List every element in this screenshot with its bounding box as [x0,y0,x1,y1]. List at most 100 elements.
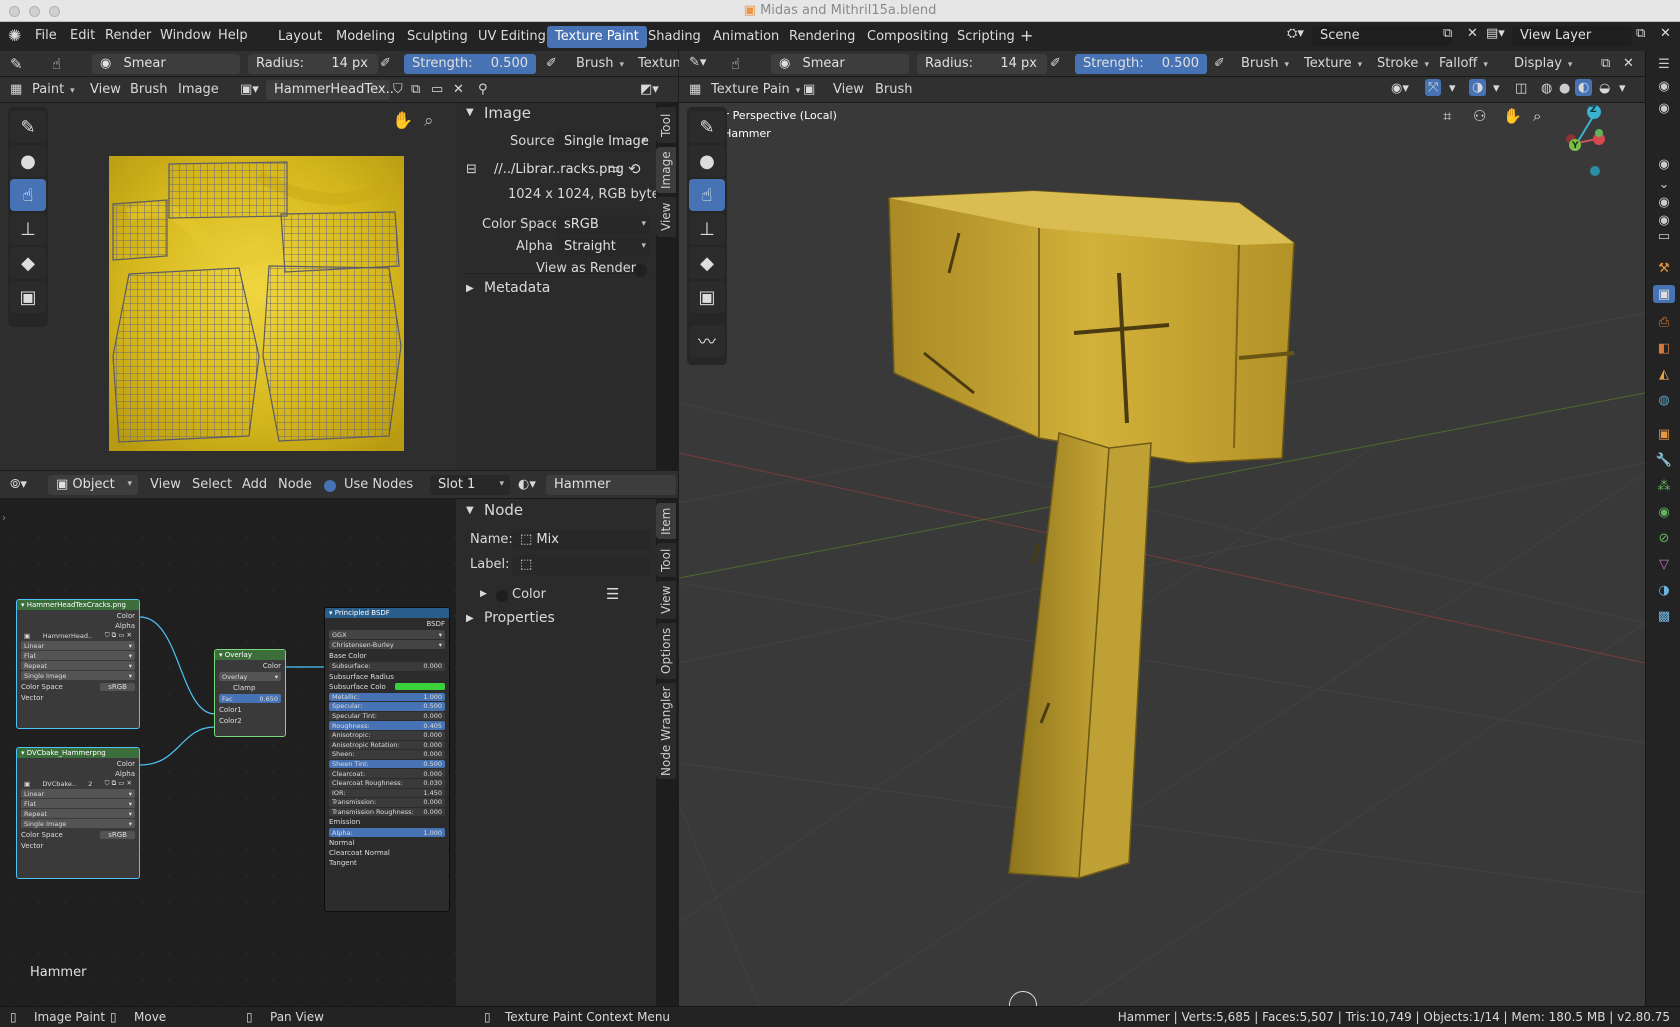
tab-options[interactable]: Options [656,623,676,679]
image-editor-canvas[interactable]: ✎ ● ☝ ⊥ ◆ ▣ ✋ ⌕ [0,103,456,470]
rendered-shading-icon[interactable]: ◒ [1599,81,1610,96]
mask-tool-icon[interactable]: ▣ [10,281,46,313]
tab-tool[interactable]: Tool [656,107,676,143]
view-layer-icon[interactable]: ▤▾ [1486,26,1505,41]
node-canvas[interactable]: › ▾ HammerHeadTexCracks.png Color Alpha … [0,499,456,1006]
projection-dropdown[interactable]: Flat ▾ [21,651,135,660]
radius-field[interactable]: Radius: 14 px [248,54,378,74]
outliner-menu-icon[interactable]: ☰ [1655,55,1673,73]
workspace-tab-shading[interactable]: Shading [640,26,709,48]
properties-panel-header[interactable]: ▶ Properties [462,607,652,631]
alpha-output-socket-2[interactable]: Alpha [17,769,139,778]
workspace-tab-uv-editing[interactable]: UV Editing [470,26,554,48]
clone-tool-icon[interactable]: ⊥ [10,213,46,245]
tab-view[interactable]: View [656,197,676,237]
scene-properties-icon[interactable]: ◭ [1655,365,1673,383]
bsdf-input-row[interactable]: Anisotropic: 0.000 [329,730,445,740]
editor-type-icon[interactable]: ▦ [10,82,22,97]
brush-menu-2[interactable]: Brush [130,82,168,97]
unlink-image-icon[interactable]: ✕ [453,82,464,97]
hide-render-icon[interactable]: ◉ [1655,99,1673,117]
tab-node-view[interactable]: View [656,581,676,619]
colorspace-row[interactable]: Color Space sRGB [17,681,139,692]
toggle-view-icon[interactable]: ⌗ [1443,107,1451,125]
menu-help[interactable]: Help [218,28,248,43]
bsdf-input-row[interactable]: Transmission Roughness: 0.000 [329,807,445,817]
image-texture-node-1[interactable]: ▾ HammerHeadTexCracks.png Color Alpha ▣ H… [16,599,140,729]
new-image-icon[interactable]: ⧉ [411,82,420,97]
distribution-dropdown[interactable]: GGX ▾ [329,630,445,639]
viewport-view-menu[interactable]: View [833,82,864,97]
overlays-dropdown-icon[interactable]: ▾ [1493,81,1500,96]
new-scene-icon[interactable]: ⧉ [1443,26,1452,41]
bsdf-input-row[interactable]: Sheen: 0.000 [329,750,445,759]
bsdf-input-row[interactable]: IOR: 1.450 [329,788,445,798]
workspace-tab-sculpting[interactable]: Sculpting [399,26,476,48]
wireframe-shading-icon[interactable]: ◍ [1541,81,1552,96]
source-dropdown[interactable]: Single Image ▾ [556,132,650,152]
open-image-icon[interactable]: ▭ [431,82,443,97]
soften-tool-icon[interactable]: ● [10,145,46,177]
material-shading-icon[interactable]: ◐ [1575,79,1593,96]
node-name-field[interactable]: ⬚ Mix [512,530,650,550]
image-name-field[interactable]: HammerHeadTex.. [266,80,394,100]
bsdf-input-row[interactable]: Specular Tint: 0.000 [329,711,445,721]
visibility-icon[interactable]: ◉▾ [1391,81,1409,96]
viewport-stroke-menu[interactable]: Stroke ▾ [1377,56,1429,71]
add-workspace-icon[interactable]: + [1020,26,1033,45]
viewport-texture-menu[interactable]: Texture ▾ [1304,56,1362,71]
workspace-tab-scripting[interactable]: Scripting [949,26,1023,48]
viewport-draw-tool-icon[interactable]: ✎ [689,111,725,143]
viewport-mode-menu[interactable]: Texture Pain ▾ [711,82,800,97]
draw-tool-icon[interactable]: ✎ [10,111,46,143]
blend-mode-dropdown[interactable]: Overlay ▾ [219,672,281,681]
menu-render[interactable]: Render [105,28,151,43]
colorspace-row-2[interactable]: Color Space sRGB [17,829,139,840]
brush-menu[interactable]: Brush ▾ [576,56,624,71]
pan-view-icon[interactable]: ✋ [392,111,413,131]
base-color-input[interactable]: Base Color [325,650,449,661]
scene-icon[interactable]: ⛭▾ [1287,26,1304,41]
camera-view-icon[interactable]: ⚇ [1473,107,1486,125]
image-browse-icon[interactable]: ▣▾ [240,82,259,97]
viewport-strength-field[interactable]: Strength: 0.500 [1075,54,1207,74]
viewport-soften-tool-icon[interactable]: ● [689,145,725,177]
texture-menu[interactable]: Textun [638,56,681,71]
slot-dropdown[interactable]: Slot 1 ▾ [430,475,510,495]
bsdf-input-row[interactable]: Emission [325,817,449,827]
maximize-area-icon[interactable]: ⧉ [1601,56,1610,71]
modifier-properties-icon[interactable]: 🔧 [1655,451,1673,469]
node-select-menu[interactable]: Select [192,477,232,492]
strength-pressure-icon[interactable]: ✐ [546,56,557,71]
view-layer-properties-icon[interactable]: ◧ [1655,339,1673,357]
color-checkbox[interactable] [496,590,508,602]
alpha-output-socket[interactable]: Alpha [17,621,139,630]
expand-color-icon[interactable]: ▶ [480,589,487,599]
mode-menu[interactable]: Paint ▾ [32,82,75,97]
viewport-display-menu[interactable]: Display ▾ [1514,56,1572,71]
annotate-tool-icon[interactable]: 〰 [689,325,725,357]
bsdf-input-row[interactable]: Subsurface Radius [325,672,449,682]
view-menu[interactable]: View [90,82,121,97]
solid-shading-icon[interactable]: ● [1559,81,1570,96]
bsdf-input-row[interactable]: Clearcoat Roughness: 0.030 [329,778,445,788]
fake-user-icon[interactable]: ⛉ [393,82,403,97]
node-panel-header[interactable]: ▼ Node [462,499,652,523]
viewport-brush-selector[interactable]: ◉ Smear [771,54,909,74]
shading-dropdown-icon[interactable]: ▾ [1619,81,1626,96]
filepath-field[interactable]: //../Librar..racks.png [486,160,624,180]
viewport-falloff-menu[interactable]: Falloff ▾ [1439,56,1488,71]
remove-view-layer-icon[interactable]: ✕ [1660,26,1671,41]
use-nodes-checkbox[interactable] [324,480,336,492]
bsdf-input-row[interactable]: Specular: 0.500 [329,702,445,711]
workspace-tab-texture-paint[interactable]: Texture Paint [547,26,647,48]
viewport-zoom-icon[interactable]: ⌕ [1533,107,1541,125]
hammer-model[interactable] [888,190,1295,880]
material-field[interactable]: Hammer [546,475,676,495]
object-data-properties-icon[interactable]: ▽ [1655,555,1673,573]
scene-field[interactable]: Scene [1312,26,1452,46]
tab-item[interactable]: Item [656,503,676,539]
bsdf-input-row[interactable]: Metallic: 1.000 [329,692,445,702]
material-properties-icon[interactable]: ◑ [1655,581,1673,599]
visibility-eye-icon[interactable]: ◉ [1655,155,1673,173]
